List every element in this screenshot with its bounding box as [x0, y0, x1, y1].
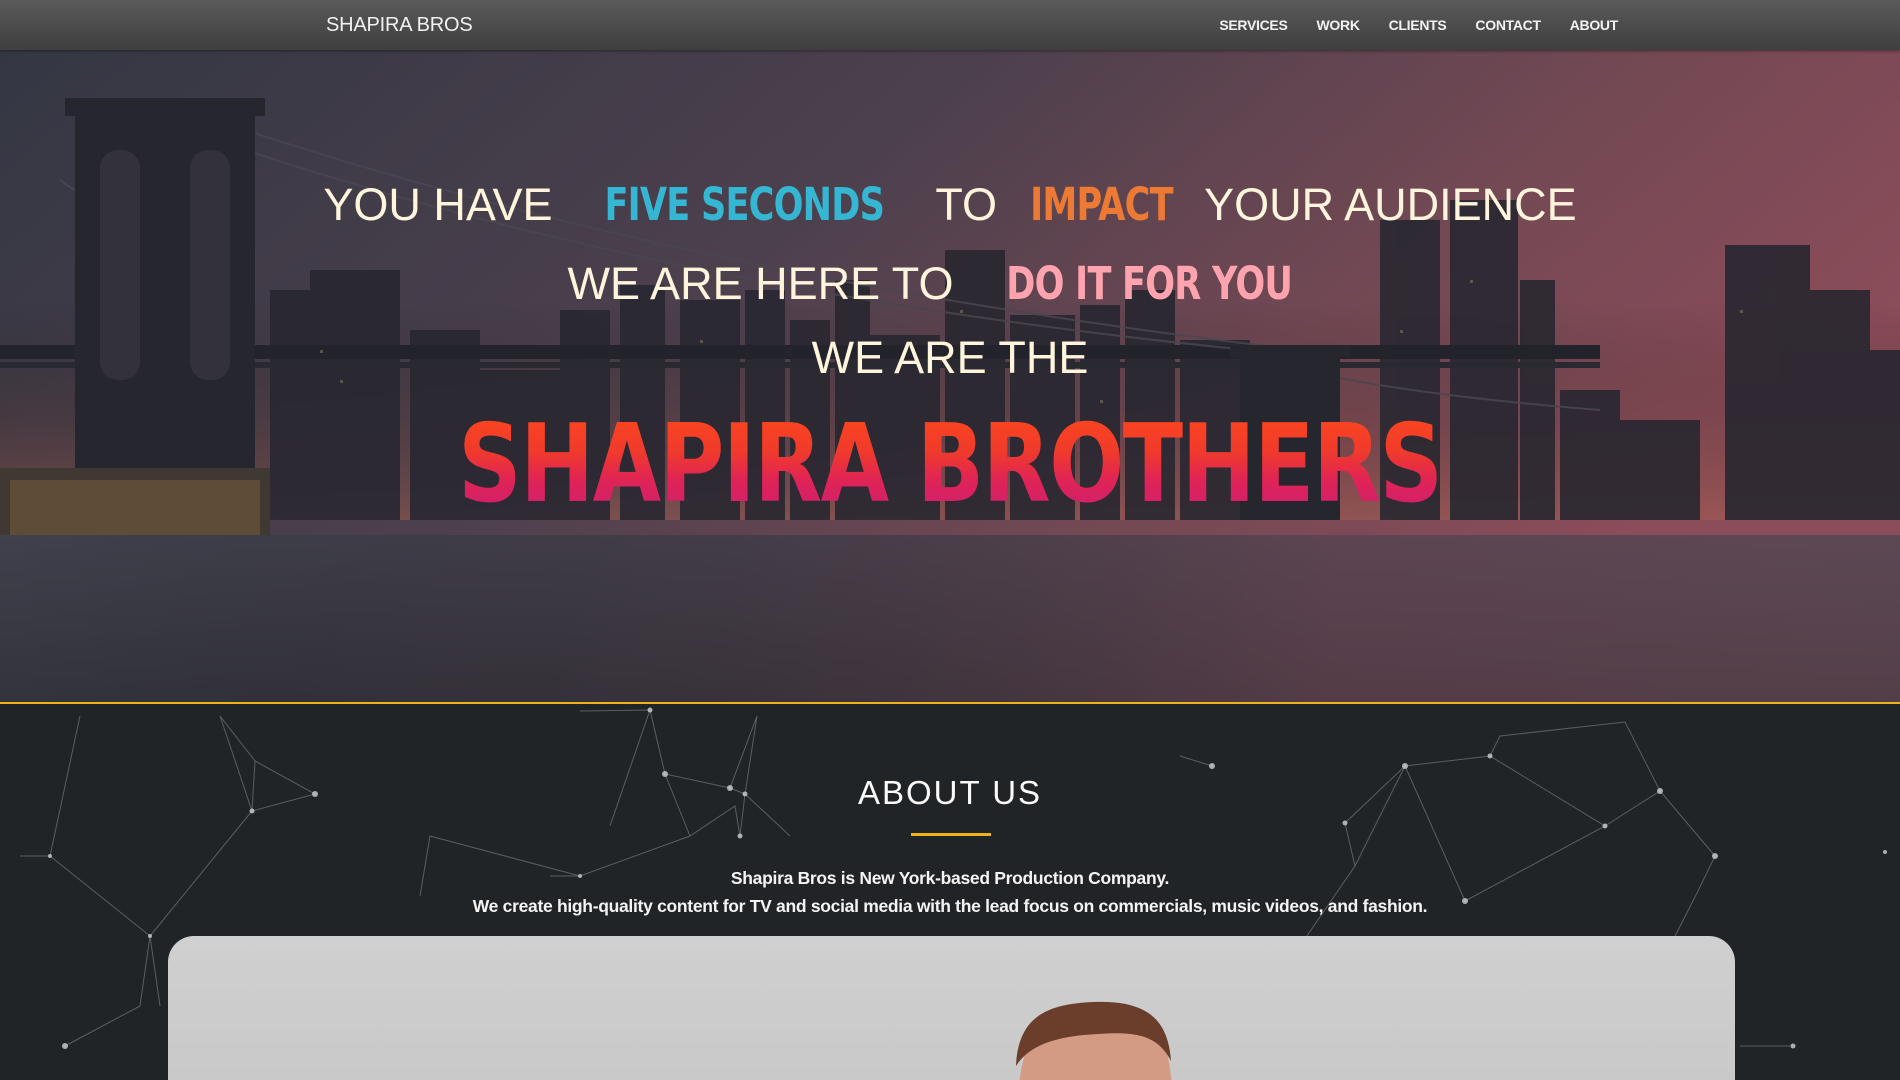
about-section: ABOUT US Shapira Bros is New York-based … — [0, 706, 1900, 1080]
hero-line-1-part-e: YOUR AUDIENCE — [1192, 179, 1577, 230]
hero-line-3: WE ARE THE — [811, 332, 1089, 383]
nav-link-contact[interactable]: CONTACT — [1475, 17, 1541, 33]
nav-link-about[interactable]: ABOUT — [1570, 17, 1619, 33]
about-description: Shapira Bros is New York-based Productio… — [0, 864, 1900, 920]
nav-link-services[interactable]: SERVICES — [1219, 17, 1287, 33]
hero-headline: SHAPIRA BROTHERS — [0, 402, 1900, 527]
hero-text-block: YOU HAVE FIVE SECONDS TO IMPACT YOUR AUD… — [0, 50, 1900, 702]
about-description-line-1: Shapira Bros is New York-based Productio… — [730, 868, 1170, 888]
about-title: ABOUT US — [857, 774, 1043, 811]
top-navbar: SHAPIRA BROS SERVICES WORK CLIENTS CONTA… — [0, 0, 1900, 50]
hero-headline-text: SHAPIRA BROTHERS — [458, 402, 1443, 527]
about-description-line-2: We create high-quality content for TV an… — [472, 896, 1428, 916]
nav-menu: SERVICES WORK CLIENTS CONTACT ABOUT — [1219, 17, 1618, 33]
brand-logo[interactable]: SHAPIRA BROS — [326, 14, 473, 37]
hero-section: YOU HAVE FIVE SECONDS TO IMPACT YOUR AUD… — [0, 50, 1900, 704]
hero-line-1-part-a: YOU HAVE — [323, 179, 566, 230]
hero-line-1: YOU HAVE FIVE SECONDS TO IMPACT YOUR AUD… — [0, 178, 1900, 231]
hero-line-1-part-c: TO — [923, 179, 1010, 230]
about-title-underline — [911, 833, 991, 836]
hero-highlight-do-it-for-you: DO IT FOR YOU — [1006, 257, 1293, 310]
hero-line-2-part-a: WE ARE HERE TO — [567, 258, 966, 309]
nav-link-work[interactable]: WORK — [1317, 17, 1360, 33]
team-photo-card — [168, 936, 1735, 1080]
nav-link-clients[interactable]: CLIENTS — [1389, 17, 1447, 33]
hero-highlight-impact: IMPACT — [1029, 178, 1173, 231]
team-photo-image — [1016, 1001, 1172, 1080]
hero-line-2: WE ARE HERE TO DO IT FOR YOU — [0, 257, 1900, 310]
hero-highlight-five-seconds: FIVE SECONDS — [604, 178, 885, 231]
